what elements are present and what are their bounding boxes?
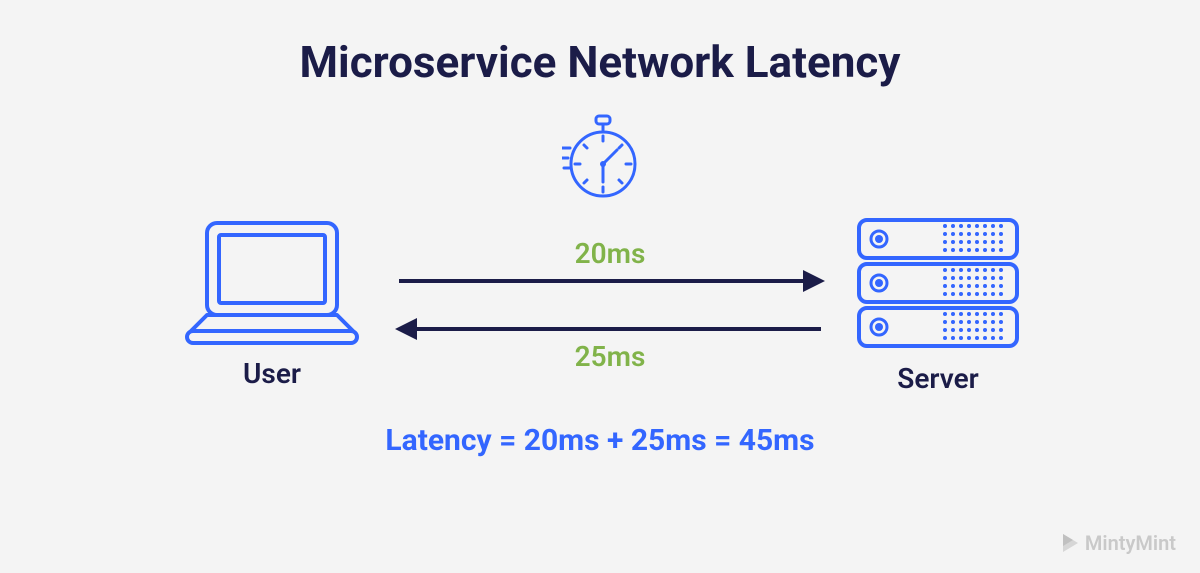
server-node: Server [853, 214, 1023, 395]
diagram-title: Microservice Network Latency [0, 0, 1200, 88]
brand-name: MintyMint [1085, 531, 1176, 555]
play-icon [1061, 533, 1079, 553]
latency-formula: Latency = 20ms + 25ms = 45ms [0, 423, 1200, 458]
server-icon [853, 214, 1023, 354]
laptop-icon [177, 219, 367, 349]
brand-watermark: MintyMint [1061, 531, 1176, 555]
arrow-right-icon [395, 266, 825, 296]
response-latency-label: 25ms [575, 340, 646, 373]
server-label: Server [897, 362, 978, 395]
stopwatch-icon [0, 114, 1200, 200]
arrows-group: 20ms 25ms [395, 237, 825, 373]
user-label: User [243, 357, 301, 390]
diagram-row: User 20ms 25ms [0, 214, 1200, 395]
user-node: User [177, 219, 367, 390]
